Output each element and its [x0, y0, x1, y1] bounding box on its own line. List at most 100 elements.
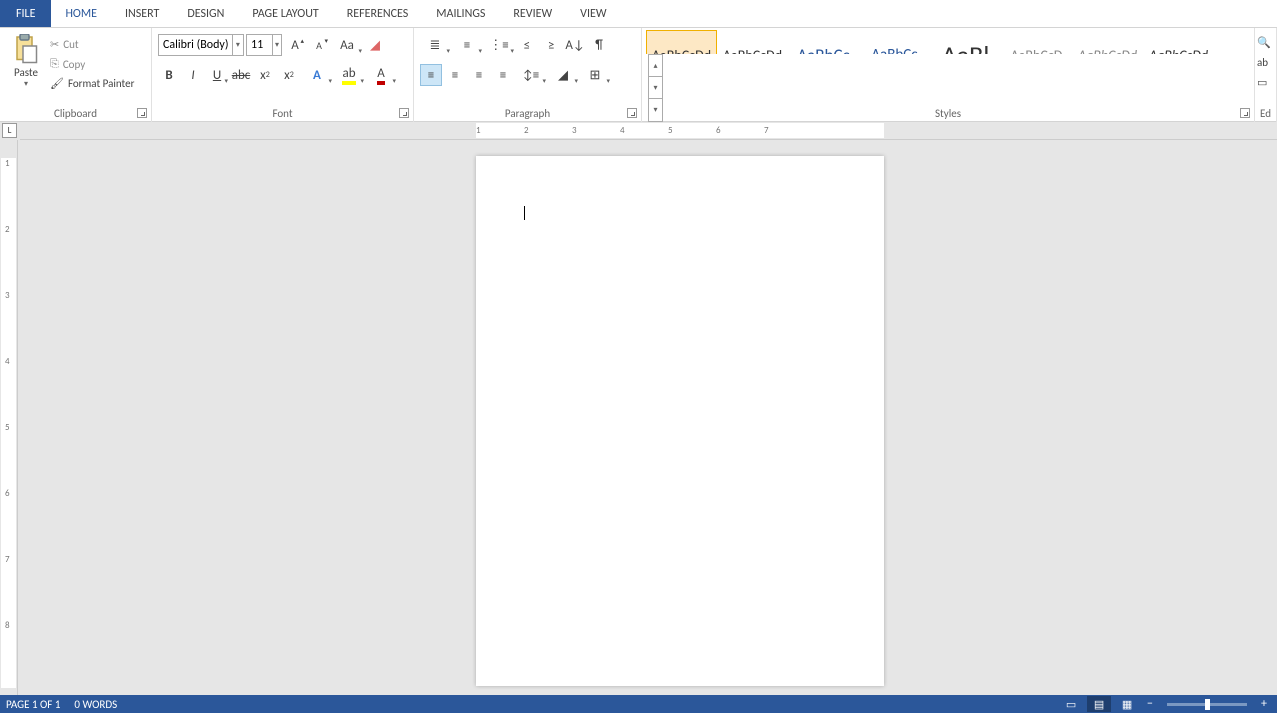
tab-file[interactable]: FILE: [0, 0, 51, 27]
cut-button[interactable]: ✂Cut: [48, 36, 136, 53]
word-count[interactable]: 0 WORDS: [74, 698, 117, 711]
style-item-emphasis[interactable]: AaBbCcDdEmphasis: [1143, 30, 1214, 54]
select-button[interactable]: ▭: [1255, 72, 1276, 92]
tab-home[interactable]: HOME: [51, 0, 111, 27]
bullets-icon: ≣: [430, 38, 441, 53]
vruler-tick: 8: [5, 620, 10, 631]
styles-scroll-up[interactable]: ▴: [649, 55, 662, 77]
subscript-button[interactable]: x2: [254, 64, 276, 86]
font-group-label: Font: [152, 107, 413, 120]
style-item-heading-1[interactable]: AaBbCcHeading 1: [788, 30, 859, 54]
format-painter-button[interactable]: 🖌Format Painter: [48, 75, 136, 92]
justify-button[interactable]: ≡: [492, 64, 514, 86]
font-color-button[interactable]: A: [366, 64, 396, 86]
font-size-input[interactable]: [247, 38, 272, 52]
highlight-button[interactable]: ab: [334, 64, 364, 86]
paragraph-launcher[interactable]: [627, 108, 637, 118]
copy-button[interactable]: ⎘Copy: [48, 55, 136, 73]
read-mode-button[interactable]: ▭: [1059, 696, 1083, 712]
decrease-indent-button[interactable]: ≤: [516, 34, 538, 56]
line-spacing-button[interactable]: ↕≡: [516, 64, 546, 86]
style-item---no-spac---[interactable]: AaBbCcDd¶ No Spac...: [717, 30, 788, 54]
paste-dropdown-arrow[interactable]: ▾: [6, 79, 46, 89]
zoom-slider[interactable]: [1167, 703, 1247, 706]
borders-button[interactable]: ⊞: [580, 64, 610, 86]
style-item-subtitle[interactable]: AaBbCcDSubtitle: [1001, 30, 1072, 54]
bold-button[interactable]: B: [158, 64, 180, 86]
change-case-button[interactable]: Aa: [332, 34, 362, 56]
bullets-button[interactable]: ≣: [420, 34, 450, 56]
line-spacing-icon: ↕≡: [523, 68, 540, 83]
borders-icon: ⊞: [590, 68, 601, 83]
font-size-combo[interactable]: ▾: [246, 34, 282, 56]
increase-indent-button[interactable]: ≥: [540, 34, 562, 56]
underline-button[interactable]: U: [206, 64, 228, 86]
format-painter-label: Format Painter: [68, 77, 134, 90]
zoom-in-button[interactable]: +: [1257, 697, 1271, 711]
align-left-button[interactable]: ≡: [420, 64, 442, 86]
font-name-combo[interactable]: ▾: [158, 34, 244, 56]
multilevel-list-button[interactable]: ⋮≡: [484, 34, 514, 56]
numbering-button[interactable]: ≡: [452, 34, 482, 56]
sort-icon: A↓: [565, 38, 584, 53]
horizontal-ruler[interactable]: 1234567: [20, 122, 1277, 140]
style-item-subtle-em---[interactable]: AaBbCcDdSubtle Em...: [1072, 30, 1143, 54]
align-right-button[interactable]: ≡: [468, 64, 490, 86]
print-layout-button[interactable]: ▤: [1087, 696, 1111, 712]
font-launcher[interactable]: [399, 108, 409, 118]
style-item-heading-2[interactable]: AaBbCcHeading 2: [859, 30, 930, 54]
tab-design[interactable]: DESIGN: [173, 0, 238, 27]
paragraph-group-label: Paragraph: [414, 107, 641, 120]
styles-launcher[interactable]: [1240, 108, 1250, 118]
hruler-tick: 6: [716, 125, 721, 136]
text-effects-button[interactable]: A: [302, 64, 332, 86]
clipboard-launcher[interactable]: [137, 108, 147, 118]
font-name-dropdown[interactable]: ▾: [232, 35, 243, 55]
zoom-out-button[interactable]: −: [1143, 697, 1157, 711]
copy-label: Copy: [63, 58, 85, 71]
tab-insert[interactable]: INSERT: [111, 0, 173, 27]
zoom-slider-thumb[interactable]: [1205, 699, 1210, 710]
clear-formatting-button[interactable]: ◢: [364, 34, 386, 56]
strikethrough-button[interactable]: abc: [230, 64, 252, 86]
group-styles: AaBbCcDd¶ NormalAaBbCcDd¶ No Spac...AaBb…: [642, 28, 1255, 122]
shrink-font-button[interactable]: A▾: [308, 34, 330, 56]
paint-bucket-icon: ◢: [558, 68, 568, 83]
eraser-icon: ◢: [370, 38, 380, 53]
cut-label: Cut: [63, 38, 78, 51]
grow-font-button[interactable]: A▴: [284, 34, 306, 56]
style-item-title[interactable]: AaBlTitle: [930, 30, 1001, 54]
show-hide-button[interactable]: ¶: [588, 34, 610, 56]
italic-button[interactable]: I: [182, 64, 204, 86]
paste-button[interactable]: Paste ▾: [6, 32, 46, 92]
vruler-tick: 6: [5, 488, 10, 499]
document-page[interactable]: [476, 156, 884, 686]
sort-button[interactable]: A↓: [564, 34, 586, 56]
tab-mailings[interactable]: MAILINGS: [422, 0, 499, 27]
align-center-button[interactable]: ≡: [444, 64, 466, 86]
select-icon: ▭: [1257, 76, 1267, 89]
style-preview: AaBbCc: [860, 39, 929, 54]
tab-view[interactable]: VIEW: [566, 0, 620, 27]
print-layout-icon: ▤: [1094, 698, 1104, 711]
superscript-button[interactable]: x2: [278, 64, 300, 86]
page-count[interactable]: PAGE 1 OF 1: [6, 698, 60, 711]
styles-gallery: AaBbCcDd¶ NormalAaBbCcDd¶ No Spac...AaBb…: [646, 30, 1214, 54]
tab-page-layout[interactable]: PAGE LAYOUT: [238, 0, 332, 27]
vertical-ruler[interactable]: 12345678: [0, 140, 18, 695]
clipboard-group-label: Clipboard: [0, 107, 151, 120]
font-name-input[interactable]: [159, 38, 232, 52]
justify-icon: ≡: [500, 68, 506, 83]
hruler-page-area: [476, 123, 884, 138]
tab-selector[interactable]: L: [2, 123, 17, 138]
shading-button[interactable]: ◢: [548, 64, 578, 86]
find-button[interactable]: 🔍: [1255, 32, 1276, 52]
tab-review[interactable]: REVIEW: [499, 0, 566, 27]
style-preview: AaBbCc: [789, 39, 858, 54]
web-layout-button[interactable]: ▦: [1115, 696, 1139, 712]
tab-references[interactable]: REFERENCES: [333, 0, 423, 27]
styles-scroll-down[interactable]: ▾: [649, 77, 662, 99]
style-item---normal[interactable]: AaBbCcDd¶ Normal: [646, 30, 717, 54]
replace-button[interactable]: ab: [1255, 52, 1276, 72]
font-size-dropdown[interactable]: ▾: [272, 35, 281, 55]
